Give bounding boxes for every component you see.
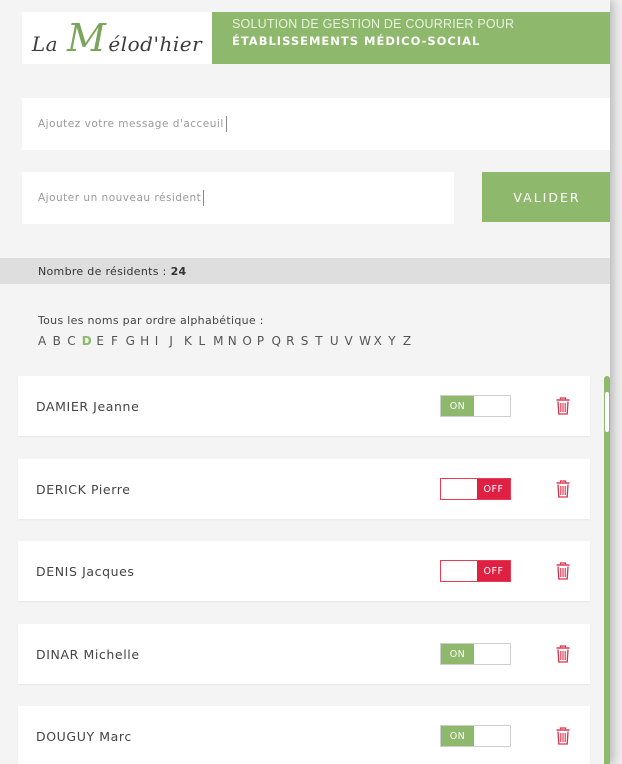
resident-count-bar: Nombre de résidents :24 bbox=[0, 258, 610, 284]
letter-x[interactable]: X bbox=[374, 334, 389, 348]
resident-name: DAMIER Jeanne bbox=[36, 398, 140, 414]
scrollbar-thumb[interactable] bbox=[605, 392, 609, 432]
logo-text: La Mélod'hier bbox=[31, 16, 203, 60]
count-label: Nombre de résidents : bbox=[38, 264, 167, 278]
trash-icon[interactable] bbox=[556, 480, 570, 498]
letter-r[interactable]: R bbox=[286, 334, 301, 348]
resident-name: DERICK Pierre bbox=[36, 481, 131, 497]
letter-q[interactable]: Q bbox=[272, 334, 287, 348]
letter-w[interactable]: W bbox=[359, 334, 374, 348]
letter-s[interactable]: S bbox=[301, 334, 316, 348]
letter-e[interactable]: E bbox=[96, 334, 111, 348]
logo[interactable]: La Mélod'hier bbox=[22, 12, 212, 64]
toggle-state-label: ON bbox=[441, 726, 474, 746]
banner-subtitle: ÉTABLISSEMENTS MÉDICO-SOCIAL bbox=[232, 34, 481, 48]
letter-j[interactable]: J bbox=[169, 334, 184, 348]
status-toggle[interactable]: OFF bbox=[440, 560, 511, 582]
welcome-placeholder: Ajoutez votre message d'acceuil bbox=[38, 118, 224, 130]
banner: SOLUTION DE GESTION DE COURRIER POUR ÉTA… bbox=[212, 12, 610, 64]
trash-icon[interactable] bbox=[556, 562, 570, 580]
scrollbar-track[interactable] bbox=[604, 376, 610, 764]
letter-p[interactable]: P bbox=[257, 334, 272, 348]
letter-d[interactable]: D bbox=[82, 334, 97, 348]
status-toggle[interactable]: ON bbox=[440, 395, 511, 417]
letter-k[interactable]: K bbox=[184, 334, 199, 348]
toggle-state-label: OFF bbox=[477, 479, 510, 499]
resident-row: DAMIER Jeanne ON bbox=[18, 376, 590, 436]
resident-placeholder: Ajouter un nouveau résident bbox=[38, 192, 202, 204]
resident-name: DINAR Michelle bbox=[36, 646, 140, 662]
toggle-state-label: OFF bbox=[477, 561, 510, 581]
letter-n[interactable]: N bbox=[228, 334, 243, 348]
letter-i[interactable]: I bbox=[155, 334, 170, 348]
resident-row: DINAR Michelle ON bbox=[18, 624, 590, 684]
text-caret bbox=[203, 190, 205, 206]
resident-name: DENIS Jacques bbox=[36, 563, 135, 579]
letter-t[interactable]: T bbox=[315, 334, 330, 348]
status-toggle[interactable]: OFF bbox=[440, 478, 511, 500]
letter-c[interactable]: C bbox=[67, 334, 82, 348]
letter-b[interactable]: B bbox=[53, 334, 68, 348]
letter-z[interactable]: Z bbox=[403, 334, 418, 348]
trash-icon[interactable] bbox=[556, 645, 570, 663]
letter-u[interactable]: U bbox=[330, 334, 345, 348]
count-value: 24 bbox=[170, 264, 187, 278]
resident-row: DERICK Pierre OFF bbox=[18, 459, 590, 519]
status-toggle[interactable]: ON bbox=[440, 643, 511, 665]
resident-row: DOUGUY Marc ON bbox=[18, 706, 590, 764]
letter-g[interactable]: G bbox=[126, 334, 141, 348]
letter-y[interactable]: Y bbox=[388, 334, 403, 348]
app-frame: La Mélod'hier SOLUTION DE GESTION DE COU… bbox=[0, 0, 610, 764]
resident-name: DOUGUY Marc bbox=[36, 728, 132, 744]
resident-row: DENIS Jacques OFF bbox=[18, 541, 590, 601]
letter-h[interactable]: H bbox=[140, 334, 155, 348]
toggle-state-label: ON bbox=[441, 396, 474, 416]
toggle-state-label: ON bbox=[441, 644, 474, 664]
trash-icon[interactable] bbox=[556, 397, 570, 415]
new-resident-input[interactable]: Ajouter un nouveau résident bbox=[22, 172, 454, 224]
letter-o[interactable]: O bbox=[242, 334, 257, 348]
alphabet-filter: ABCDEFGHIJKLMNOPQRSTUVWXYZ bbox=[38, 334, 417, 348]
valider-button[interactable]: VALIDER bbox=[482, 172, 610, 222]
header: La Mélod'hier SOLUTION DE GESTION DE COU… bbox=[0, 0, 610, 64]
letter-l[interactable]: L bbox=[199, 334, 214, 348]
letter-a[interactable]: A bbox=[38, 334, 53, 348]
trash-icon[interactable] bbox=[556, 727, 570, 745]
alphabet-label: Tous les noms par ordre alphabétique : bbox=[38, 314, 264, 327]
letter-f[interactable]: F bbox=[111, 334, 126, 348]
welcome-message-input[interactable]: Ajoutez votre message d'acceuil bbox=[22, 98, 610, 150]
text-caret bbox=[225, 116, 227, 132]
banner-tagline: SOLUTION DE GESTION DE COURRIER POUR bbox=[232, 17, 515, 31]
letter-v[interactable]: V bbox=[344, 334, 359, 348]
status-toggle[interactable]: ON bbox=[440, 725, 511, 747]
letter-m[interactable]: M bbox=[213, 334, 228, 348]
